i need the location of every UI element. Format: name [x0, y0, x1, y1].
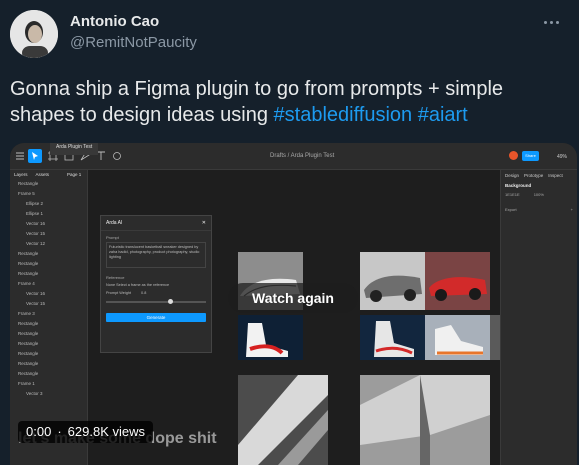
page-label: Page 1 [67, 172, 82, 177]
figma-menu-icon [16, 152, 24, 160]
hand-tool-icon [113, 152, 121, 160]
figma-toolbar: Arda Plugin Test Drafts / Arda Plugin Te… [10, 143, 577, 170]
background-hex: 1E1E1E [505, 192, 520, 197]
collaborator-avatar [509, 151, 518, 160]
prompt-label: Prompt [106, 235, 119, 240]
layer-item: Rectangle [18, 371, 39, 376]
sneaker-render-1 [360, 315, 425, 360]
layer-item: Ellipse 1 [26, 211, 44, 216]
video-time: 0:00 [26, 424, 52, 439]
car-render-red [425, 252, 490, 310]
layer-item: Rectangle [18, 271, 39, 276]
assets-tab: Assets [35, 172, 50, 177]
weight-label: Prompt Weight [106, 291, 132, 295]
inspect-tab: Inspect [548, 173, 563, 178]
background-label: Background [505, 183, 532, 188]
layer-item: Rectangle [18, 341, 39, 346]
layer-item: Ellipse 2 [26, 201, 44, 206]
layer-item: Vector 3 [26, 391, 43, 396]
figma-properties-panel: Design Prototype Inspect Background 1E1E… [500, 170, 577, 465]
layer-item: Rectangle [18, 251, 39, 256]
sneaker-sketch-image [238, 315, 303, 360]
layer-item: Vector 15 [26, 301, 46, 306]
layer-item: Rectangle [18, 261, 39, 266]
partial-render [490, 315, 500, 360]
layer-item: Vector 15 [26, 231, 46, 236]
plugin-window: Arda AI ✕ Prompt Futuristic translucent b… [100, 215, 212, 353]
figma-zoom: 49% [557, 154, 568, 160]
author-avatar[interactable] [10, 10, 58, 58]
move-tool-icon [28, 149, 42, 163]
figma-file-tab: Arda Plugin Test [50, 143, 99, 155]
layer-item: Frame 1 [18, 381, 35, 386]
layer-item: Rectangle [18, 351, 39, 356]
layer-item: Rectangle [18, 181, 39, 186]
video-stats: 0:00 · 629.8K views [18, 421, 153, 443]
layer-item: Vector 16 [26, 291, 46, 296]
hashtag-stablediffusion[interactable]: #stablediffusion [274, 104, 413, 126]
weight-value: 0.8 [141, 291, 147, 295]
prototype-tab: Prototype [524, 173, 544, 178]
video-views: 629.8K views [67, 424, 145, 439]
abstract-sketch-image [238, 375, 328, 465]
plugin-title: Arda AI [106, 220, 123, 226]
layers-tab: Layers [14, 172, 28, 177]
weight-slider-thumb [168, 299, 173, 304]
hashtag-aiart[interactable]: #aiart [418, 104, 468, 126]
layers-list: Rectangle Frame 5 Ellipse 2 Ellipse 1 Vector… [10, 180, 87, 400]
tweet: Antonio Cao @RemitNotPaucity Gonna ship … [0, 0, 579, 465]
background-opacity: 100% [533, 192, 544, 197]
export-add-icon: + [570, 207, 573, 212]
more-options-icon[interactable] [540, 14, 562, 30]
car-render-silver [360, 252, 425, 310]
tweet-text: Gonna ship a Figma plugin to go from pro… [10, 76, 570, 128]
layer-item: Vector 12 [26, 241, 46, 246]
stats-separator: · [57, 424, 62, 439]
plugin-close-icon: ✕ [201, 220, 206, 226]
layer-item: Rectangle [18, 321, 39, 326]
architecture-render [360, 375, 490, 465]
design-tab: Design [505, 173, 520, 178]
layer-item: Rectangle [18, 331, 39, 336]
author-name[interactable]: Antonio Cao [70, 13, 159, 30]
layer-item: Frame 4 [18, 281, 35, 286]
figma-share-button: Share [522, 151, 539, 161]
weight-slider [106, 299, 206, 304]
layer-item: Vector 16 [26, 221, 46, 226]
export-label: Export [505, 207, 517, 212]
reference-label: Reference [106, 275, 125, 280]
layer-item: Frame 3 [18, 311, 35, 316]
figma-breadcrumb: Drafts / Arda Plugin Test [270, 153, 335, 159]
reference-note: None Select a frame as the reference [106, 283, 170, 287]
video-player[interactable]: Arda Plugin Test Drafts / Arda Plugin Te… [10, 143, 577, 465]
watch-again-button[interactable]: Watch again [228, 283, 358, 313]
generate-button: Generate [106, 313, 206, 322]
layer-item: Frame 5 [18, 191, 35, 196]
sneaker-render-2 [425, 315, 490, 360]
author-handle[interactable]: @RemitNotPaucity [70, 34, 197, 51]
layer-item: Rectangle [18, 361, 39, 366]
prompt-field: Futuristic translucent basketball sneake… [106, 242, 206, 268]
